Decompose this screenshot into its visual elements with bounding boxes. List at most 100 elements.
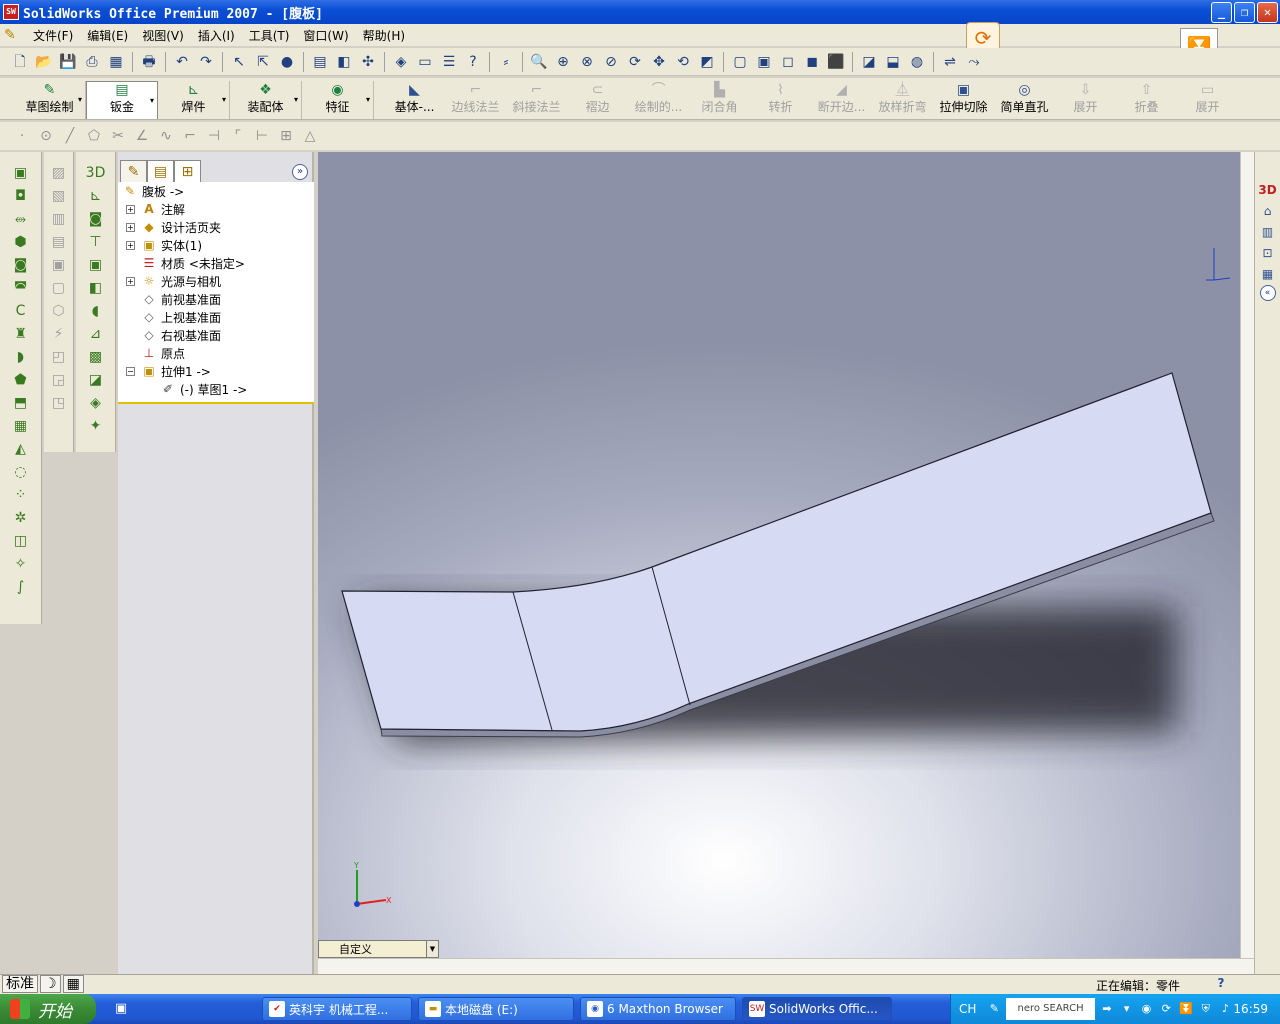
tree-item[interactable]: + ▣ 实体(1) (126, 236, 202, 254)
horizontal-scrollbar[interactable] (318, 958, 1254, 974)
curves-icon[interactable]: ∫ (10, 576, 32, 598)
trim-icon[interactable]: ✂ (107, 125, 129, 147)
reference-geometry-icon[interactable]: ✧ (10, 553, 32, 575)
weldment-icon[interactable]: ⊾ (85, 185, 107, 207)
lofted-cut-icon[interactable]: ♜ (10, 323, 32, 345)
tree-item[interactable]: ✐ (-) 草图1 -> (160, 380, 247, 398)
redo-icon[interactable]: ↷ (195, 51, 217, 73)
save-icon[interactable]: 💾 (57, 51, 79, 73)
extruded-boss-icon[interactable]: ▣ (10, 162, 32, 184)
options-icon[interactable]: ▤ (309, 51, 331, 73)
print-preview-icon[interactable]: 🖶 (138, 51, 160, 73)
jog-button[interactable]: ⌇ 转折 (750, 81, 811, 119)
end-cap-icon[interactable]: ▣ (85, 254, 107, 276)
chamfer-feature-icon[interactable]: ⬟ (10, 369, 32, 391)
structural-member-icon[interactable]: ◙ (85, 208, 107, 230)
angle-icon[interactable]: △ (299, 125, 321, 147)
standard-views-icon[interactable]: ◩ (696, 51, 718, 73)
menu-window[interactable]: 窗口(W) (296, 27, 355, 44)
closed-corner-button[interactable]: ▙ 闭合角 (689, 81, 750, 119)
select-filter-icon[interactable]: ⇱ (252, 51, 274, 73)
grid-icon[interactable]: ⊞ (275, 125, 297, 147)
menu-view[interactable]: 视图(V) (135, 27, 191, 44)
expand-toggle[interactable]: + (126, 222, 135, 232)
menu-edit[interactable]: 编辑(E) (80, 27, 135, 44)
chevron-down-icon[interactable]: ▼ (426, 941, 438, 957)
taskbar-item[interactable]: SW SolidWorks Offic... (742, 997, 892, 1021)
solidworks-app-icon[interactable]: SW (3, 4, 19, 20)
roll-icon[interactable]: ⟲ (672, 51, 694, 73)
make-drawing-icon[interactable]: ▦ (105, 51, 127, 73)
chevron-down-icon[interactable]: ▾ (294, 95, 298, 104)
sketch-toggle-icon[interactable]: ⸗ (495, 51, 517, 73)
sketched-bend-icon[interactable]: ▢ (48, 277, 70, 299)
design-library-icon[interactable]: ▥ (1258, 222, 1278, 242)
lofted-bend-button[interactable]: ⏅ 放样折弯 (872, 81, 933, 119)
tree-item[interactable]: ◇ 上视基准面 (141, 308, 221, 326)
rotate-icon[interactable]: ⟳ (624, 51, 646, 73)
taskbar-item[interactable]: ◉ 6 Maxthon Browser (580, 997, 736, 1021)
window-icon[interactable]: ▭ (414, 51, 436, 73)
grid-icon[interactable]: ▦ (62, 975, 84, 993)
unfold-button[interactable]: ⇩ 展开 (1055, 81, 1116, 119)
rebuild-icon[interactable]: ● (276, 51, 298, 73)
expand-toggle[interactable]: + (126, 276, 135, 286)
tree-root[interactable]: ✎ 腹板 -> (122, 182, 184, 200)
gusset-icon[interactable]: ◧ (85, 277, 107, 299)
print-icon[interactable]: ⎙ (81, 51, 103, 73)
tree-item[interactable]: + ◆ 设计活页夹 (126, 218, 221, 236)
tray-app-icon[interactable]: ◉ (1139, 1001, 1155, 1017)
extruded-cut-button[interactable]: ▣ 拉伸切除 (933, 81, 994, 119)
part-model[interactable]: Y X (318, 152, 1240, 958)
tree-item[interactable]: ◇ 右视基准面 (141, 326, 221, 344)
chevron-down-icon[interactable]: ▾ (222, 95, 226, 104)
sweep-icon[interactable]: ⥈ (10, 208, 32, 230)
3d-content-central-icon[interactable]: 3D (1258, 180, 1278, 200)
select-icon[interactable]: ↖ (228, 51, 250, 73)
chamfer-icon[interactable]: ⌜ (227, 125, 249, 147)
chevron-down-icon[interactable]: ▾ (150, 96, 154, 105)
file-explorer-icon[interactable]: ⊡ (1258, 243, 1278, 263)
miter-flange-icon[interactable]: ▥ (48, 208, 70, 230)
standard-tab[interactable]: 标准 (2, 975, 38, 993)
tree-item[interactable]: ☰ 材质 <未指定> (141, 254, 245, 272)
shaded-icon[interactable]: ⬛ (825, 51, 847, 73)
new-icon[interactable]: 🗋 (9, 51, 31, 73)
draft-icon[interactable]: ◭ (10, 438, 32, 460)
tab-weldment[interactable]: ⊾ 焊件 ▾ (158, 81, 230, 119)
line-icon[interactable]: ╱ (59, 125, 81, 147)
close-button[interactable]: ✕ (1257, 2, 1278, 23)
linear-pattern-icon[interactable]: ⁘ (10, 484, 32, 506)
collapse-toggle[interactable]: − (126, 366, 135, 376)
shadows-icon[interactable]: ◪ (858, 51, 880, 73)
tray-app-icon[interactable]: ⏬ (1178, 1001, 1194, 1017)
loft-icon[interactable]: ⬢ (10, 231, 32, 253)
tab-configurationmanager[interactable]: ⊞ (174, 160, 201, 184)
menu-help[interactable]: 帮助(H) (356, 27, 412, 44)
edge-flange-button[interactable]: ⌐ 边线法兰 (445, 81, 506, 119)
tab-propertymanager[interactable]: ▤ (147, 160, 174, 184)
closed-corner-icon[interactable]: ⬡ (48, 300, 70, 322)
sketched-bend-button[interactable]: ⌒ 绘制的... (628, 81, 689, 119)
fillet-feature-icon[interactable]: ◗ (10, 346, 32, 368)
flatten-icon[interactable]: ◲ (48, 369, 70, 391)
zoom-in-out-icon[interactable]: ⊗ (576, 51, 598, 73)
view-palette-icon[interactable]: ▦ (1258, 264, 1278, 284)
jog-icon[interactable]: ▣ (48, 254, 70, 276)
reference-plane-icon[interactable]: ✦ (85, 415, 107, 437)
view-orientation-dropdown[interactable]: 自定义 ▼ (318, 940, 439, 958)
revolved-cut-icon[interactable]: ◚ (10, 277, 32, 299)
offset-icon[interactable]: ∠ (131, 125, 153, 147)
fold-button[interactable]: ⇧ 折叠 (1116, 81, 1177, 119)
maximize-button[interactable]: ❐ (1234, 2, 1255, 23)
volume-icon[interactable]: ♪ (1218, 1001, 1234, 1017)
help-icon[interactable]: ? (1206, 976, 1236, 992)
show-desktop-icon[interactable]: ▣ (110, 998, 132, 1020)
revolved-boss-icon[interactable]: ◘ (10, 185, 32, 207)
swept-cut-icon[interactable]: C (10, 300, 32, 322)
break-corner-button[interactable]: ◢ 断开边... (811, 81, 872, 119)
undo-icon[interactable]: ↶ (171, 51, 193, 73)
tab-featuremanager[interactable]: ✎ (120, 160, 147, 184)
relations-icon[interactable]: ⇌ (939, 51, 961, 73)
fillet-icon[interactable]: ⌐ (179, 125, 201, 147)
